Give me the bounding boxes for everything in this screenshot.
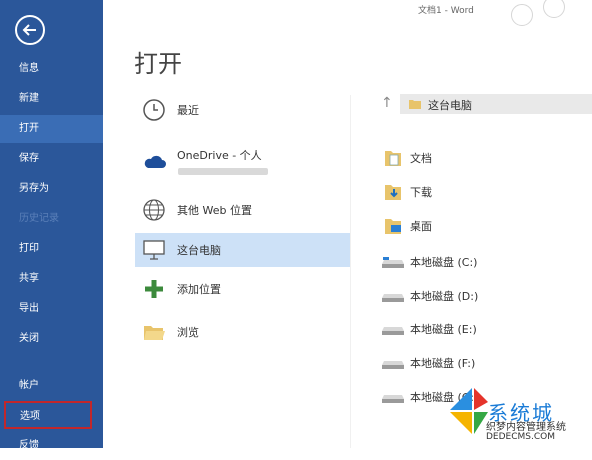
- location-label: 浏览: [177, 326, 199, 339]
- drive-label: 本地磁盘 (C:): [410, 256, 478, 269]
- nav-print[interactable]: 打印: [0, 235, 103, 263]
- nav-share[interactable]: 共享: [0, 265, 103, 293]
- clock-icon: [141, 97, 167, 123]
- page-title: 打开: [134, 50, 182, 78]
- drive-label: 本地磁盘 (E:): [410, 323, 477, 336]
- globe-icon: [141, 197, 167, 223]
- drive-icon: [380, 352, 406, 374]
- nav-new[interactable]: 新建: [0, 85, 103, 113]
- arrow-left-icon: [22, 24, 36, 36]
- nav-account[interactable]: 帐户: [0, 372, 103, 400]
- location-label: 其他 Web 位置: [177, 204, 252, 217]
- location-web[interactable]: 其他 Web 位置: [135, 193, 350, 227]
- folder-documents[interactable]: 文档: [380, 144, 432, 172]
- plus-icon: [141, 276, 167, 302]
- drive-icon: [380, 251, 406, 273]
- drive-label: 本地磁盘 (D:): [410, 290, 479, 303]
- downloads-folder-icon: [380, 181, 406, 203]
- location-add[interactable]: 添加位置: [135, 272, 350, 306]
- drive-e[interactable]: 本地磁盘 (E:): [380, 315, 477, 343]
- location-label: 最近: [177, 104, 199, 117]
- nav-export[interactable]: 导出: [0, 295, 103, 323]
- nav-close[interactable]: 关闭: [0, 325, 103, 353]
- location-browse[interactable]: 浏览: [135, 315, 350, 349]
- frown-icon[interactable]: [543, 0, 565, 18]
- folder-label: 文档: [410, 152, 432, 165]
- location-label: 添加位置: [177, 283, 221, 296]
- drive-label: 本地磁盘 (F:): [410, 357, 476, 370]
- folder-label: 桌面: [410, 220, 432, 233]
- folder-desktop[interactable]: 桌面: [380, 212, 432, 240]
- back-button[interactable]: [15, 15, 45, 45]
- nav-history[interactable]: 历史记录: [0, 205, 103, 233]
- backstage-sidebar: 信息 新建 打开 保存 另存为 历史记录 打印 共享 导出 关闭 帐户 选项 反…: [0, 0, 103, 451]
- desktop-folder-icon: [380, 215, 406, 237]
- location-label: OneDrive - 个人: [177, 149, 262, 162]
- nav-save-as[interactable]: 另存为: [0, 175, 103, 203]
- window-title: 文档1 - Word: [418, 6, 474, 16]
- drive-f[interactable]: 本地磁盘 (F:): [380, 349, 475, 377]
- nav-info[interactable]: 信息: [0, 55, 103, 83]
- computer-icon: [141, 237, 167, 263]
- watermark-line1: 织梦内容管理系统: [486, 422, 566, 433]
- folder-icon: [409, 100, 421, 109]
- drive-icon: [380, 285, 406, 307]
- column-divider: [350, 95, 351, 448]
- watermark-line2: DEDECMS.COM: [486, 432, 555, 442]
- drive-icon: [380, 386, 406, 408]
- cloud-icon: [141, 148, 167, 174]
- location-recent[interactable]: 最近: [135, 93, 350, 127]
- folder-open-icon: [141, 319, 167, 345]
- drive-d[interactable]: 本地磁盘 (D:): [380, 282, 478, 310]
- path-label: 这台电脑: [428, 99, 472, 112]
- folder-label: 下载: [410, 186, 432, 199]
- nav-open[interactable]: 打开: [0, 115, 103, 143]
- folder-downloads[interactable]: 下载: [380, 178, 432, 206]
- drive-c[interactable]: 本地磁盘 (C:): [380, 248, 477, 276]
- location-this-pc[interactable]: 这台电脑: [135, 233, 350, 267]
- documents-folder-icon: [380, 147, 406, 169]
- up-arrow-icon[interactable]: ↑: [381, 95, 393, 111]
- drive-icon: [380, 318, 406, 340]
- nav-save[interactable]: 保存: [0, 145, 103, 173]
- onedrive-account-blurred: [178, 168, 268, 175]
- smiley-icon[interactable]: [511, 4, 533, 26]
- nav-options[interactable]: 选项: [4, 401, 92, 429]
- path-bar[interactable]: 这台电脑: [400, 94, 592, 114]
- nav-feedback[interactable]: 反馈: [0, 432, 103, 460]
- location-label: 这台电脑: [177, 244, 221, 257]
